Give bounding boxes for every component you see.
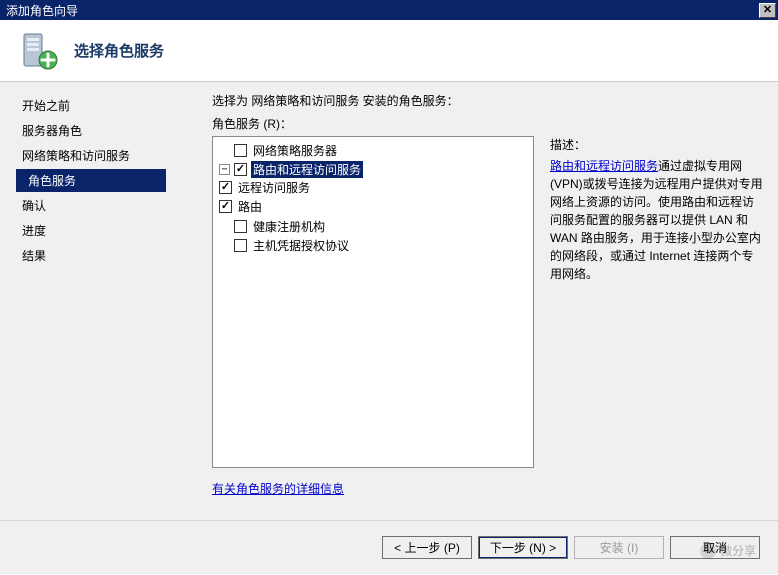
server-role-icon	[18, 30, 60, 72]
tree-item-label[interactable]: 健康注册机构	[251, 218, 327, 235]
instruction-text: 选择为 网络策略和访问服务 安装的角色服务：	[212, 92, 764, 109]
main-panel: 选择为 网络策略和访问服务 安装的角色服务： 角色服务 (R)： 网络策略服务器…	[192, 82, 778, 520]
page-title: 选择角色服务	[74, 40, 164, 61]
checkbox[interactable]	[219, 200, 232, 213]
install-button: 安装 (I)	[574, 536, 664, 559]
section-label: 角色服务 (R)：	[212, 115, 764, 132]
wizard-footer: < 上一步 (P) 下一步 (N) > 安装 (I) 取消	[0, 520, 778, 574]
close-button[interactable]: ✕	[759, 3, 776, 18]
checkbox[interactable]	[219, 181, 232, 194]
description-link[interactable]: 路由和远程访问服务	[550, 159, 658, 173]
tree-item-label[interactable]: 路由	[236, 198, 264, 215]
description-heading: 描述：	[550, 136, 764, 153]
checkbox[interactable]	[234, 239, 247, 252]
tree-expander[interactable]: −	[219, 164, 230, 175]
description-text: 路由和远程访问服务通过虚拟专用网(VPN)或拨号连接为远程用户提供对专用网络上资…	[550, 157, 764, 283]
tree-item-label[interactable]: 路由和远程访问服务	[251, 161, 363, 178]
wizard-step-1[interactable]: 服务器角色	[16, 119, 192, 142]
titlebar: 添加角色向导 ✕	[0, 0, 778, 20]
description-body: 通过虚拟专用网(VPN)或拨号连接为远程用户提供对专用网络上资源的访问。使用路由…	[550, 159, 763, 281]
wizard-step-6[interactable]: 结果	[16, 244, 192, 267]
wizard-step-2[interactable]: 网络策略和访问服务	[16, 144, 192, 167]
wizard-header: 选择角色服务	[0, 20, 778, 82]
wizard-steps-sidebar: 开始之前服务器角色网络策略和访问服务角色服务确认进度结果	[0, 82, 192, 520]
tree-item-label[interactable]: 网络策略服务器	[251, 142, 339, 159]
checkbox[interactable]	[234, 220, 247, 233]
next-button[interactable]: 下一步 (N) >	[478, 536, 568, 559]
window-title: 添加角色向导	[6, 2, 759, 19]
role-services-tree[interactable]: 网络策略服务器 − 路由和远程访问服务远程访问服务路由健康注册机构主机凭据授权协议	[212, 136, 534, 468]
wizard-step-5[interactable]: 进度	[16, 219, 192, 242]
checkbox[interactable]	[234, 144, 247, 157]
more-info-link[interactable]: 有关角色服务的详细信息	[212, 480, 344, 497]
description-panel: 描述： 路由和远程访问服务通过虚拟专用网(VPN)或拨号连接为远程用户提供对专用…	[550, 136, 764, 468]
tree-item-label[interactable]: 主机凭据授权协议	[251, 237, 351, 254]
checkbox[interactable]	[234, 163, 247, 176]
wizard-step-0[interactable]: 开始之前	[16, 94, 192, 117]
previous-button[interactable]: < 上一步 (P)	[382, 536, 472, 559]
wizard-step-3[interactable]: 角色服务	[16, 169, 166, 192]
wizard-step-4[interactable]: 确认	[16, 194, 192, 217]
cancel-button[interactable]: 取消	[670, 536, 760, 559]
tree-item-label[interactable]: 远程访问服务	[236, 179, 312, 196]
